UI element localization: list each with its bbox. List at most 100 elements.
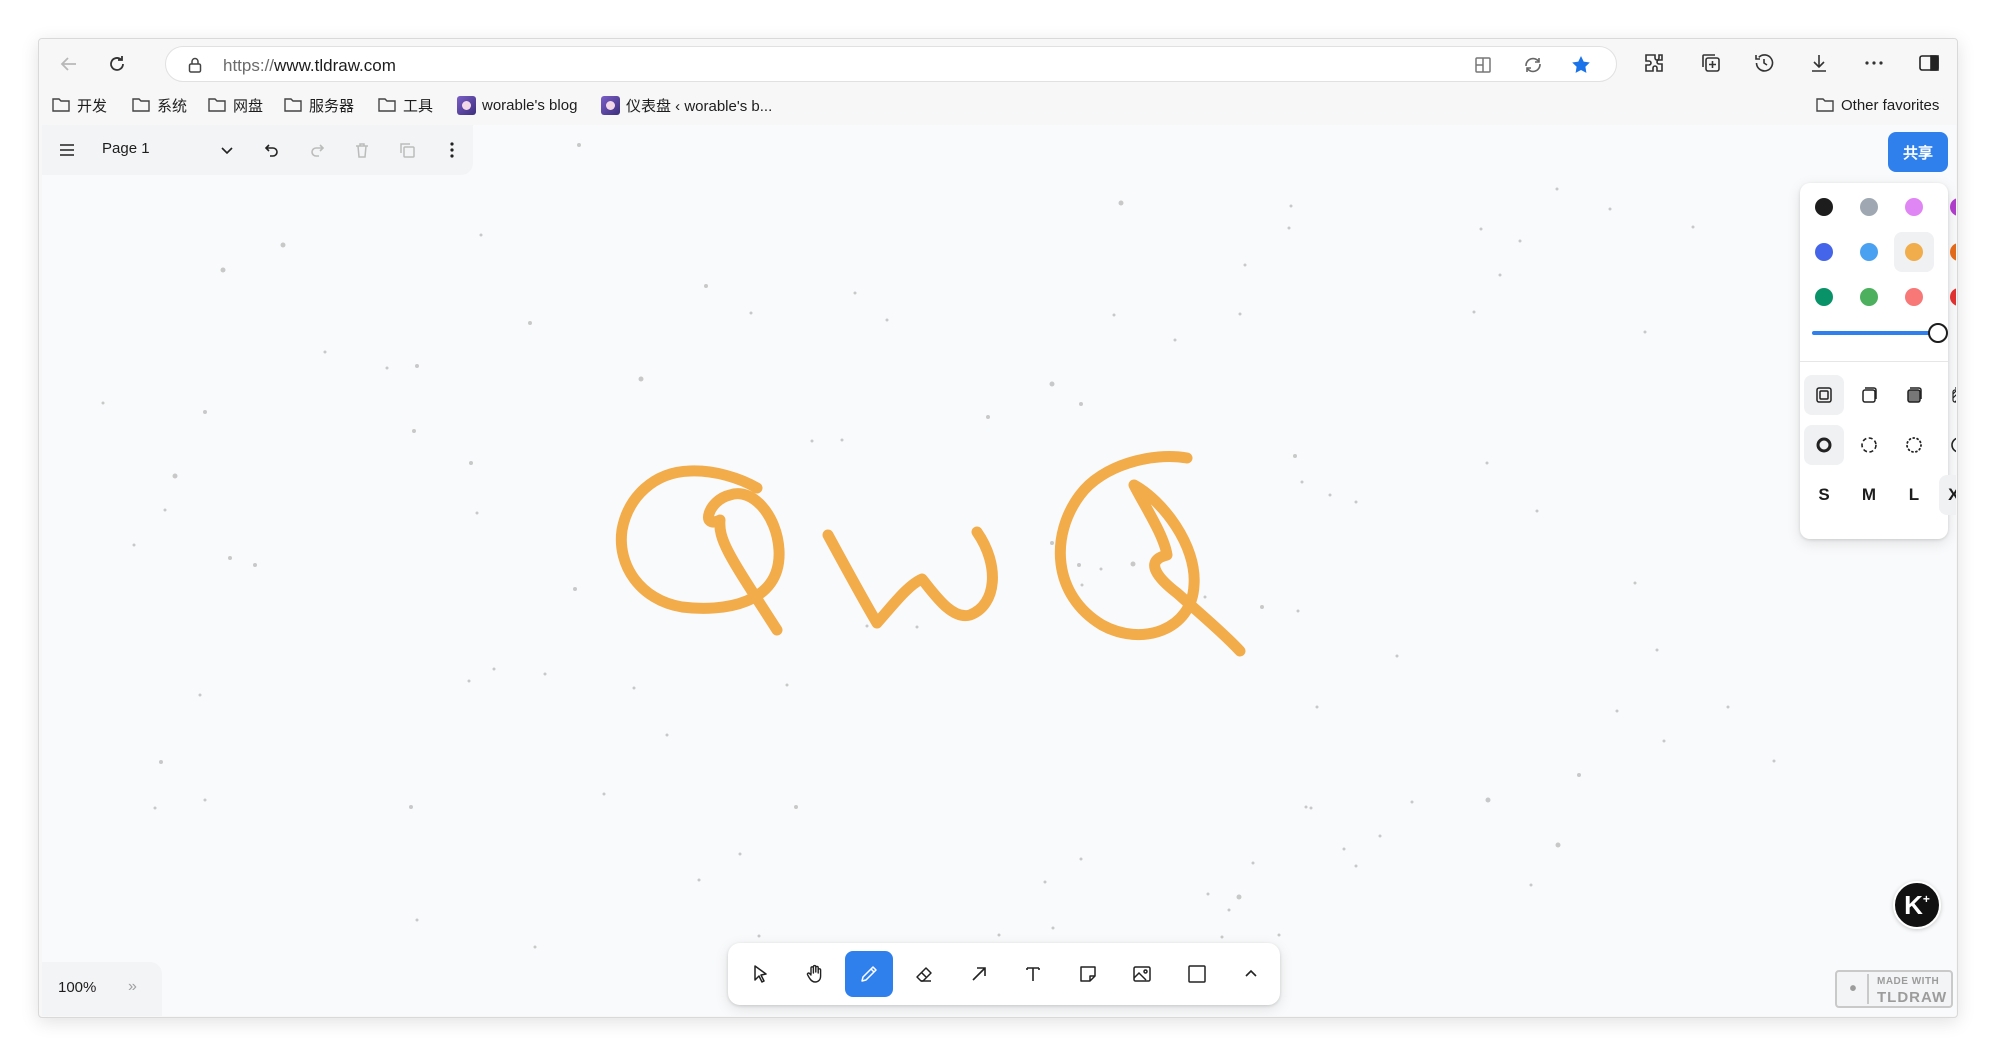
undo-icon bbox=[264, 144, 278, 157]
bookmark-folder-drive[interactable]: 网盘 bbox=[207, 95, 263, 115]
color-grey[interactable] bbox=[1849, 187, 1889, 227]
made-with-tldraw-badge[interactable]: • MADE WITH TLDRAW bbox=[1835, 970, 1953, 1008]
eraser-tool[interactable] bbox=[900, 951, 948, 997]
fill-pattern-button[interactable] bbox=[1939, 375, 1956, 415]
color-light-red[interactable] bbox=[1894, 277, 1934, 317]
size-xl-button[interactable]: XL bbox=[1939, 475, 1956, 515]
undo-button[interactable] bbox=[260, 138, 284, 162]
page-dropdown-button[interactable] bbox=[215, 138, 239, 162]
dash-draw-button[interactable] bbox=[1804, 425, 1844, 465]
rectangle-tool[interactable] bbox=[1173, 951, 1221, 997]
share-button[interactable]: 共享 bbox=[1888, 132, 1948, 172]
color-blue[interactable] bbox=[1804, 232, 1844, 272]
text-tool[interactable] bbox=[1009, 951, 1057, 997]
bookmark-folder-server[interactable]: 服务器 bbox=[283, 95, 354, 115]
color-red[interactable] bbox=[1939, 277, 1956, 317]
more-actions-button[interactable] bbox=[440, 138, 464, 162]
image-tool[interactable] bbox=[1118, 951, 1166, 997]
color-light-green[interactable] bbox=[1849, 277, 1889, 317]
color-black[interactable] bbox=[1804, 187, 1844, 227]
color-orange[interactable] bbox=[1939, 232, 1956, 272]
bookmark-folder-tools[interactable]: 工具 bbox=[377, 95, 433, 115]
size-l-button[interactable]: L bbox=[1894, 475, 1934, 515]
opacity-slider-track[interactable] bbox=[1812, 331, 1938, 335]
color-dot bbox=[1905, 243, 1923, 261]
color-dot bbox=[1905, 198, 1923, 216]
color-dot bbox=[1860, 198, 1878, 216]
image-icon bbox=[1133, 966, 1151, 982]
browser-toolbar: https://www.tldraw.com bbox=[39, 39, 1957, 87]
duplicate-button[interactable] bbox=[395, 138, 419, 162]
collections-button[interactable] bbox=[1699, 51, 1723, 75]
favorite-star-icon[interactable] bbox=[1570, 54, 1592, 76]
color-green[interactable] bbox=[1804, 277, 1844, 317]
zoom-level-button[interactable]: 100% bbox=[58, 979, 96, 996]
browser-window: https://www.tldraw.com 开发 系统 网盘 服务器 工具 w… bbox=[38, 38, 1958, 1018]
dash-dotted-button[interactable] bbox=[1894, 425, 1934, 465]
bookmarks-bar: 开发 系统 网盘 服务器 工具 worable's blog 仪表盘 ‹ wor… bbox=[39, 87, 1957, 121]
bookmark-folder-system[interactable]: 系统 bbox=[131, 95, 187, 115]
trash-icon bbox=[356, 143, 368, 158]
main-menu-button[interactable] bbox=[55, 138, 79, 162]
note-tool[interactable] bbox=[1064, 951, 1112, 997]
more-menu-button[interactable] bbox=[1862, 51, 1886, 75]
color-dot bbox=[1860, 288, 1878, 306]
stroke-letter-q-2[interactable] bbox=[1054, 451, 1246, 657]
dash-solid-icon bbox=[1951, 437, 1956, 453]
fill-none-button[interactable] bbox=[1804, 375, 1844, 415]
downloads-button[interactable] bbox=[1807, 51, 1831, 75]
size-s-button[interactable]: S bbox=[1804, 475, 1844, 515]
qwq-drawing[interactable] bbox=[42, 125, 1956, 1016]
color-violet[interactable] bbox=[1939, 187, 1956, 227]
refresh-button[interactable] bbox=[101, 48, 133, 80]
color-dot bbox=[1860, 243, 1878, 261]
select-tool[interactable] bbox=[736, 951, 784, 997]
reading-view-icon[interactable] bbox=[1472, 54, 1494, 76]
delete-button[interactable] bbox=[350, 138, 374, 162]
extensions-button[interactable] bbox=[1642, 51, 1666, 75]
stroke-letter-q-1[interactable] bbox=[615, 465, 785, 636]
help-button[interactable]: K + bbox=[1893, 881, 1941, 929]
dash-dashed-button[interactable] bbox=[1849, 425, 1889, 465]
color-dot bbox=[1815, 288, 1833, 306]
minimap-toggle-button[interactable]: » bbox=[128, 978, 137, 996]
sidebar-icon bbox=[1919, 55, 1939, 71]
size-m-button[interactable]: M bbox=[1849, 475, 1889, 515]
dash-solid-button[interactable] bbox=[1939, 425, 1956, 465]
sidebar-button[interactable] bbox=[1917, 51, 1941, 75]
drawing-canvas[interactable]: Page 1 共享 S M L 100% » K + • MADE WITH T… bbox=[42, 125, 1956, 1016]
stroke-letter-w[interactable] bbox=[822, 526, 998, 629]
color-yellow[interactable] bbox=[1894, 232, 1934, 272]
hand-tool[interactable] bbox=[791, 951, 839, 997]
address-bar[interactable]: https://www.tldraw.com bbox=[165, 46, 1617, 82]
back-icon bbox=[60, 57, 76, 71]
url-text[interactable]: https://www.tldraw.com bbox=[223, 56, 396, 76]
fill-solid-button[interactable] bbox=[1894, 375, 1934, 415]
text-icon bbox=[1026, 967, 1040, 981]
bookmark-folder-dev[interactable]: 开发 bbox=[51, 95, 107, 115]
color-light-violet[interactable] bbox=[1894, 187, 1934, 227]
edge-sync-icon[interactable] bbox=[1522, 54, 1544, 76]
rectangle-icon bbox=[1188, 965, 1206, 983]
opacity-slider-thumb[interactable] bbox=[1928, 323, 1948, 343]
bookmark-dashboard[interactable]: 仪表盘 ‹ worable's b... bbox=[601, 95, 772, 115]
folder-icon bbox=[208, 98, 226, 112]
site-favicon bbox=[457, 95, 476, 115]
color-light-blue[interactable] bbox=[1849, 232, 1889, 272]
bookmark-other-favorites[interactable]: Other favorites bbox=[1815, 95, 1939, 115]
arrow-tool[interactable] bbox=[955, 951, 1003, 997]
eraser-icon bbox=[916, 967, 932, 982]
back-button[interactable] bbox=[53, 48, 85, 80]
history-button[interactable] bbox=[1752, 51, 1776, 75]
redo-button[interactable] bbox=[305, 138, 329, 162]
more-tools-button[interactable] bbox=[1227, 951, 1275, 997]
help-badge: + bbox=[1922, 892, 1930, 906]
color-dot bbox=[1950, 243, 1956, 261]
fill-pattern-icon bbox=[1952, 387, 1956, 403]
draw-tool[interactable] bbox=[845, 951, 893, 997]
page-menu-panel: Page 1 bbox=[42, 125, 473, 175]
cursor-icon bbox=[754, 965, 767, 983]
fill-semi-button[interactable] bbox=[1849, 375, 1889, 415]
bookmark-worable-blog[interactable]: worable's blog bbox=[457, 95, 577, 115]
page-name[interactable]: Page 1 bbox=[102, 140, 150, 157]
